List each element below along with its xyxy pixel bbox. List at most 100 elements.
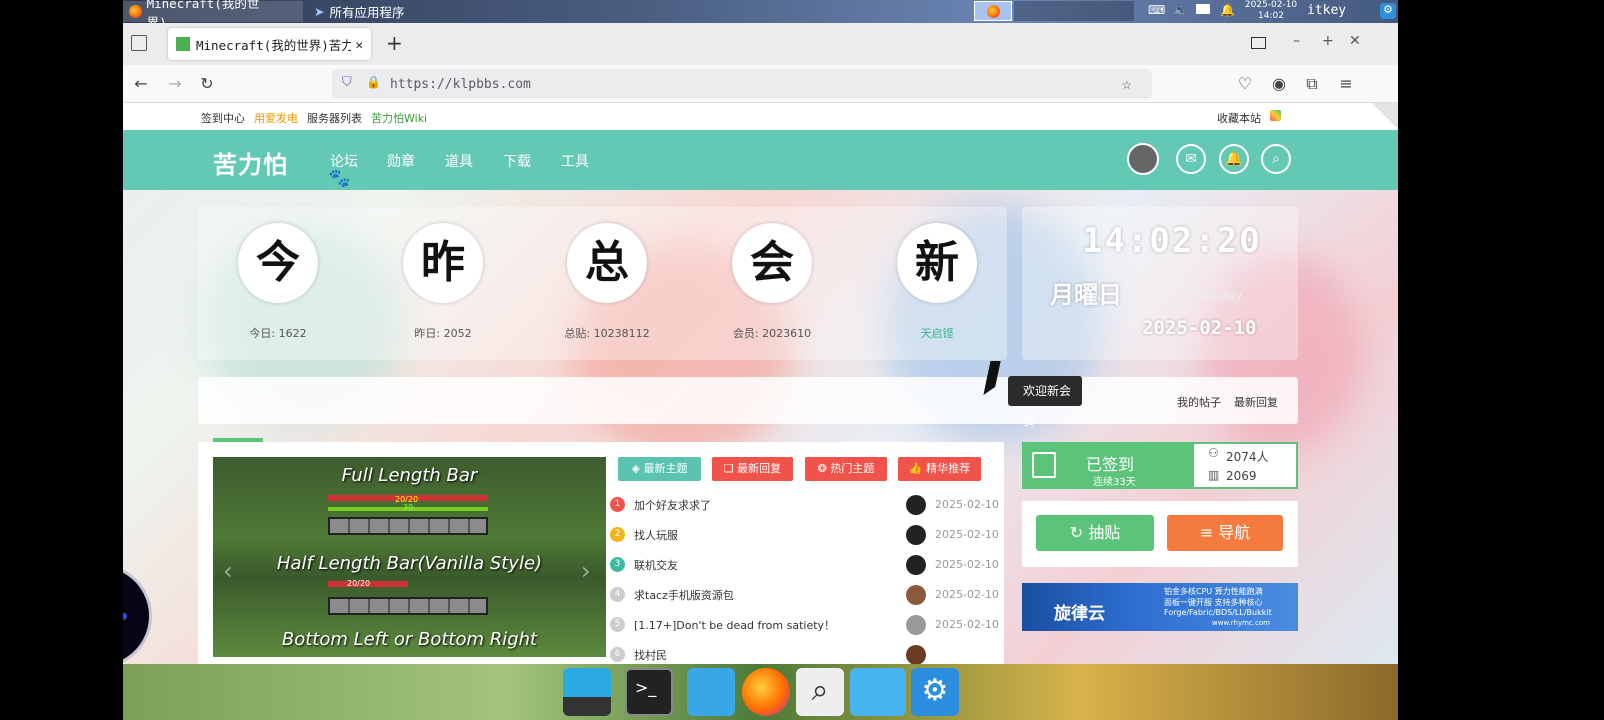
thread-title[interactable]: [1.17+]Don't be dead from satiety！ <box>634 617 835 633</box>
thread-row[interactable]: 4 求tacz手机版资源包 2025-02-10 <box>610 583 1000 605</box>
clock-time: 14:02 <box>1258 11 1284 21</box>
guide-label: 导航 <box>1218 523 1251 542</box>
link-my-posts[interactable]: 我的帖子 <box>1177 394 1221 410</box>
menu-icon[interactable]: ≡ <box>1335 73 1357 95</box>
draw-thread-label: 抽贴 <box>1088 523 1121 542</box>
page-corner-icon[interactable] <box>1373 103 1398 130</box>
forward-icon[interactable]: → <box>164 73 186 95</box>
link-server-list[interactable]: 服务器列表 <box>307 110 362 126</box>
tab-close-icon[interactable]: ✕ <box>355 37 363 52</box>
taskbar-firefox-window[interactable]: Minecraft(我的世界)... <box>123 0 303 30</box>
thread-date: 2025-02-10 <box>935 528 999 541</box>
pocket-icon[interactable]: ♡ <box>1234 73 1256 95</box>
extensions-icon[interactable]: ⧉ <box>1301 73 1323 95</box>
tab-latest-replies[interactable]: ❏ 最新回复 <box>712 457 793 481</box>
search-app-icon[interactable]: ⌕ <box>796 668 844 716</box>
firefox-dock-icon[interactable] <box>742 668 790 716</box>
carousel-next-icon[interactable]: › <box>581 557 591 585</box>
thread-title[interactable]: 找村民 <box>634 647 667 663</box>
maximize-icon[interactable]: + <box>1322 33 1334 49</box>
reload-icon[interactable]: ↻ <box>196 73 218 95</box>
avatar[interactable] <box>906 495 926 515</box>
thread-rank: 3 <box>610 557 625 572</box>
file-manager-icon[interactable] <box>687 668 735 716</box>
image-carousel[interactable]: Full Length Bar 20/20 39 Half Length Bar… <box>213 457 606 657</box>
thread-row[interactable]: 1 加个好友求求了 2025-02-10 <box>610 493 1000 515</box>
avatar[interactable] <box>906 555 926 575</box>
user-avatar[interactable] <box>1127 143 1159 175</box>
signin-users-icon: ⚇ <box>1208 446 1219 460</box>
settings-dock-icon[interactable]: ⚙ <box>911 668 959 716</box>
desktop-show-icon[interactable] <box>563 668 611 716</box>
thread-row[interactable]: 3 联机交友 2025-02-10 <box>610 553 1000 575</box>
folder-icon[interactable] <box>850 668 906 716</box>
keyboard-icon[interactable]: ⌨ <box>1148 3 1165 17</box>
hotbar-1 <box>328 517 488 535</box>
thread-title[interactable]: 求tacz手机版资源包 <box>634 587 734 603</box>
link-latest-replies[interactable]: 最新回复 <box>1234 394 1278 410</box>
nav-medals[interactable]: 勋章 <box>387 151 415 171</box>
list-tabs-icon[interactable] <box>1251 37 1266 49</box>
nav-props[interactable]: 道具 <box>445 151 473 171</box>
bookmark-star-icon[interactable]: ☆ <box>1122 74 1132 93</box>
minimize-icon[interactable]: – <box>1293 33 1300 49</box>
site-logo[interactable]: 苦力怕 <box>213 145 288 180</box>
taskbar-all-apps[interactable]: ➤ 所有应用程序 <box>308 1 411 22</box>
ad-banner-rhymc[interactable]: 旋律云 铂金多核CPU 算力性能跑满 面板一键开服 支持多种核心 Forge/F… <box>1022 583 1298 631</box>
tab-latest-threads[interactable]: ◈ 最新主题 <box>618 457 701 481</box>
site-main-nav: 苦力怕 论坛 🐾 勋章 道具 下载 工具 ✉ 🔔 ⌕ <box>123 130 1398 190</box>
clock-widget[interactable]: 2025-02-10 14:02 <box>1241 0 1301 22</box>
tab-hot-threads[interactable]: ❂ 热门主题 <box>805 457 887 481</box>
avatar[interactable] <box>906 525 926 545</box>
bell-icon[interactable]: 🔔 <box>1219 144 1249 174</box>
weekday-jp: 月曜日 <box>1050 281 1122 309</box>
close-window-icon[interactable]: ✕ <box>1349 33 1361 49</box>
carousel-prev-icon[interactable]: ‹ <box>223 557 233 585</box>
thread-rank: 1 <box>610 497 625 512</box>
notification-bell-icon[interactable]: 🔔 <box>1220 3 1235 17</box>
url-bar[interactable]: ⛉ 🔒 https://klpbbs.com ☆ <box>332 69 1152 99</box>
link-power[interactable]: 用爱发电 <box>254 110 298 126</box>
shield-icon: ⛉ <box>342 75 352 90</box>
back-icon[interactable]: ← <box>130 73 152 95</box>
workspace-switcher[interactable] <box>1014 1 1134 21</box>
account-icon[interactable]: ◉ <box>1268 73 1290 95</box>
search-icon[interactable]: ⌕ <box>1261 144 1291 174</box>
new-tab-icon[interactable]: + <box>386 31 403 55</box>
thread-title[interactable]: 加个好友求求了 <box>634 497 711 513</box>
cube-icon: ◈ <box>631 462 644 475</box>
thread-title[interactable]: 联机交友 <box>634 557 678 573</box>
mail-icon[interactable]: ✉ <box>1176 144 1206 174</box>
settings-gear-icon[interactable]: ⚙ <box>1380 3 1396 19</box>
thread-title[interactable]: 找人玩服 <box>634 527 678 543</box>
thread-row[interactable]: 5 [1.17+]Don't be dead from satiety！ 2025-… <box>610 613 1000 635</box>
link-favorite[interactable]: 收藏本站 <box>1217 110 1261 126</box>
nav-download[interactable]: 下载 <box>503 151 531 171</box>
tab-featured[interactable]: 👍 精华推荐 <box>898 457 981 481</box>
color-icon[interactable] <box>1270 110 1281 121</box>
thread-row[interactable]: 2 找人玩服 2025-02-10 <box>610 523 1000 545</box>
link-signin-center[interactable]: 签到中心 <box>201 110 245 126</box>
lock-icon: 🔒 <box>366 75 381 89</box>
signin-panel[interactable]: 已签到 连续33天 ⚇ 2074人 ▥ 2069 <box>1022 442 1298 489</box>
draw-thread-button[interactable]: ↻ 抽贴 <box>1036 515 1154 551</box>
workspace-switcher-active[interactable] <box>974 1 1012 21</box>
browser-tab-active[interactable]: Minecraft(我的世界)苦力 ✕ <box>168 28 371 60</box>
stat-newest-member-link[interactable]: 天启铿 <box>867 325 1007 341</box>
thread-date: 2025-02-10 <box>935 618 999 631</box>
battery-icon[interactable] <box>1196 4 1210 14</box>
volume-icon[interactable]: 🔈 <box>1173 3 1188 17</box>
user-name[interactable]: itkey <box>1307 3 1346 18</box>
guide-button[interactable]: ≡ 导航 <box>1167 515 1283 551</box>
stat-members-label: 会员: 2023610 <box>732 327 812 340</box>
thread-row[interactable]: 6 找村民 <box>610 643 1000 664</box>
avatar[interactable] <box>906 585 926 605</box>
nav-tools[interactable]: 工具 <box>561 151 589 171</box>
browser-nav-bar: ← → ↻ ⛉ 🔒 https://klpbbs.com ☆ ♡ ◉ ⧉ ≡ <box>123 65 1398 103</box>
tab-overview-icon[interactable] <box>131 35 147 51</box>
link-wiki[interactable]: 苦力怕Wiki <box>371 110 427 126</box>
avatar[interactable] <box>906 645 926 664</box>
stat-today-badge: 今 <box>238 223 318 303</box>
terminal-icon[interactable]: >_ <box>625 668 673 716</box>
avatar[interactable] <box>906 615 926 635</box>
